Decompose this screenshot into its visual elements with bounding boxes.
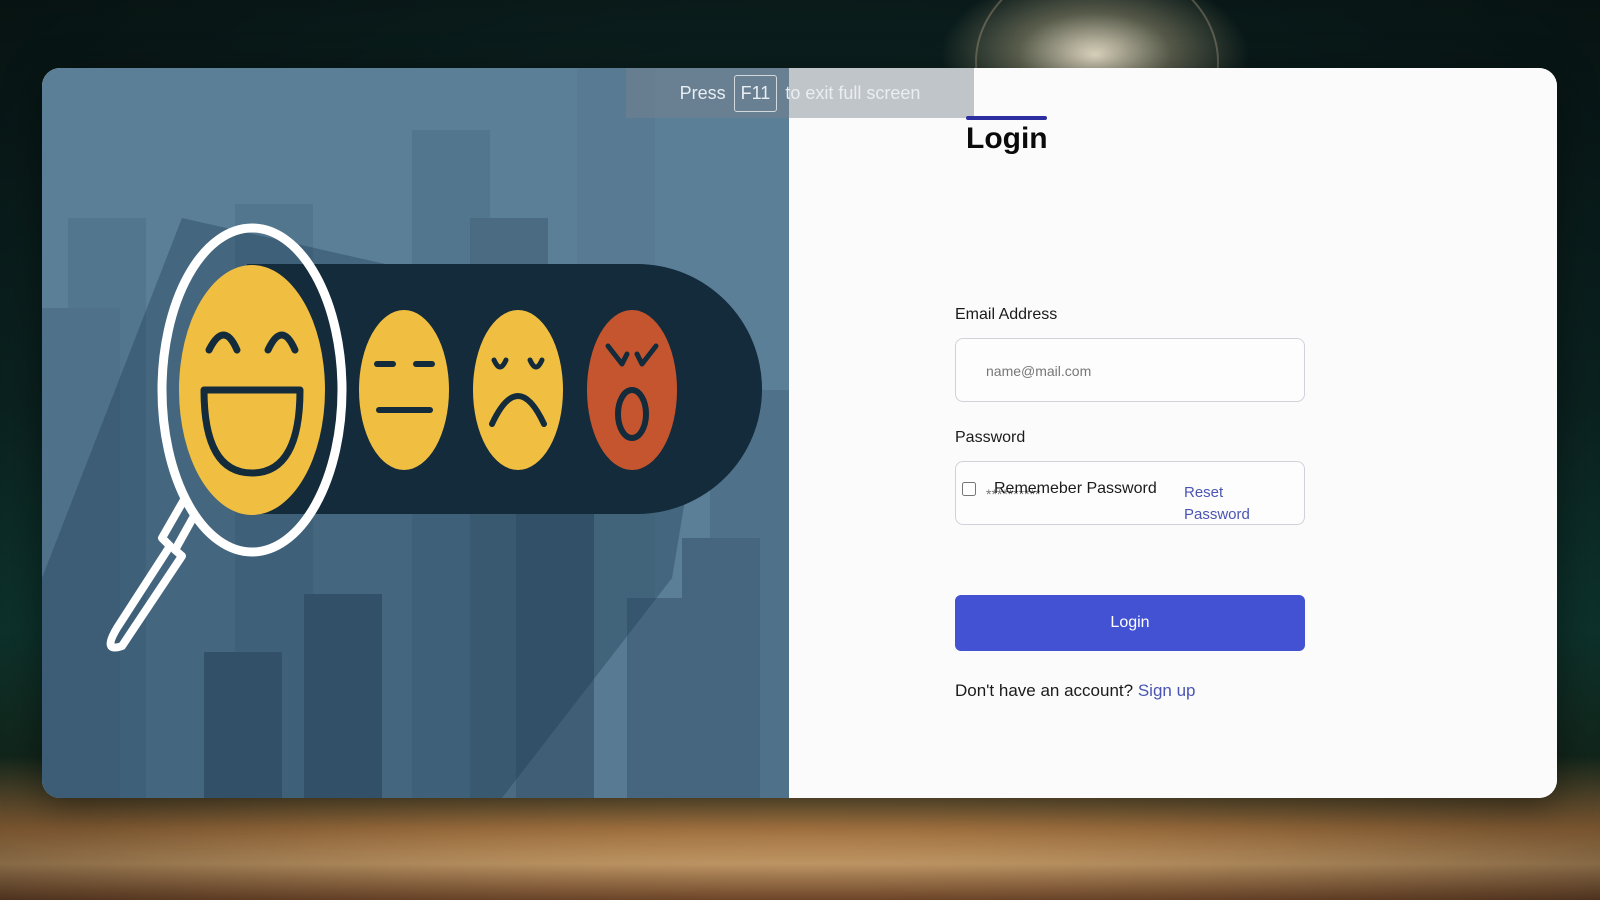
feedback-illustration — [42, 68, 789, 798]
email-field[interactable] — [984, 339, 1208, 403]
signup-link[interactable]: Sign up — [1138, 681, 1196, 700]
fullscreen-hint-suffix: to exit full screen — [785, 82, 921, 103]
page-title: Login — [966, 122, 1048, 155]
login-button[interactable]: Login — [955, 595, 1305, 651]
fullscreen-hint-press: Press — [679, 82, 726, 103]
reset-password-link[interactable]: Reset Password — [1184, 482, 1274, 526]
password-label: Password — [955, 429, 1026, 446]
remember-password-label: Rememeber Password — [994, 480, 1157, 497]
title-underline-accent — [966, 116, 1047, 120]
f11-key: F11 — [733, 74, 778, 112]
happy-face-icon — [179, 265, 325, 515]
fullscreen-hint: Press F11 to exit full screen — [626, 68, 974, 118]
no-account-text: Don't have an account? — [955, 681, 1134, 700]
neutral-face-icon — [359, 310, 449, 470]
illustration-panel — [42, 68, 789, 798]
angry-face-icon — [587, 310, 677, 470]
remember-password-row[interactable]: Rememeber Password — [962, 478, 1157, 500]
login-card — [42, 68, 1557, 798]
remember-password-checkbox[interactable] — [962, 482, 976, 496]
signup-prompt: Don't have an account? Sign up — [955, 681, 1196, 701]
email-label: Email Address — [955, 306, 1058, 323]
sad-face-icon — [473, 310, 563, 470]
email-field-box — [955, 338, 1305, 403]
